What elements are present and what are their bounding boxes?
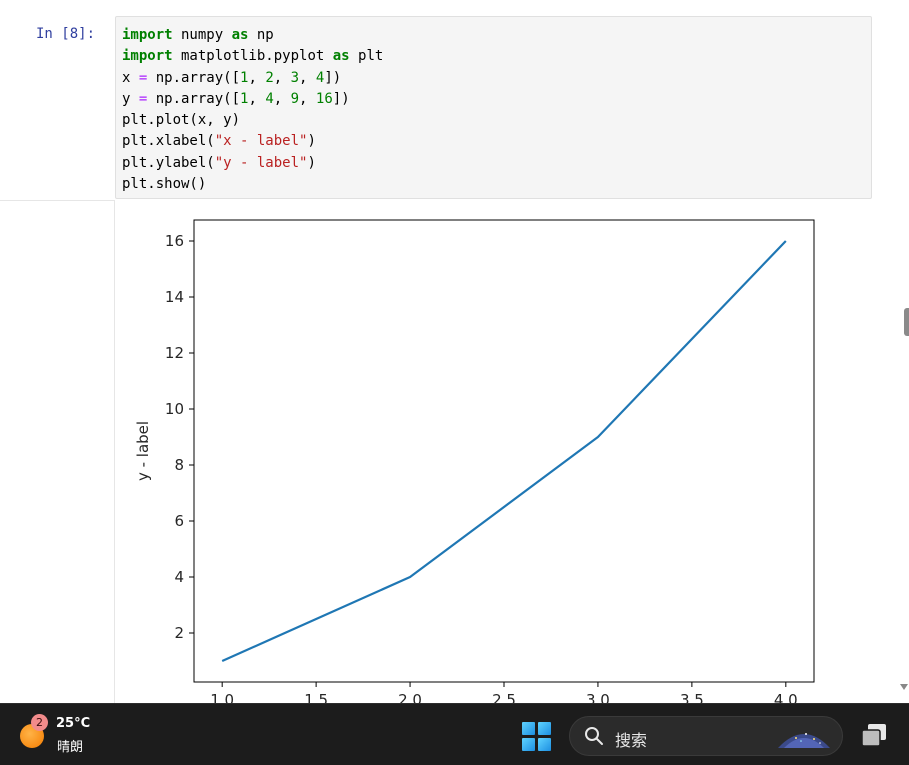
x-tick-label: 3.5	[680, 691, 704, 703]
taskbar: 2 25°C 晴朗 搜索	[0, 703, 909, 765]
plot-frame	[193, 219, 815, 683]
y-tick-label: 6	[174, 512, 184, 530]
y-tick-label: 16	[165, 232, 184, 250]
notification-badge: 2	[31, 714, 48, 731]
keyword-import: import	[122, 27, 173, 43]
code-line: plt.show()	[122, 176, 207, 193]
x-tick-label: 3.0	[586, 691, 610, 703]
x-tick-label: 1.0	[210, 691, 234, 703]
search-icon	[584, 726, 604, 746]
x-tick-label: 2.0	[398, 691, 422, 703]
code-line: x = np.array([1, 2, 3, 4])	[122, 69, 342, 86]
y-axis-label: y - label	[134, 421, 152, 481]
y-tick-label: 14	[165, 288, 184, 306]
x-tick-label: 4.0	[774, 691, 798, 703]
scroll-down-arrow-icon[interactable]	[900, 684, 908, 690]
y-tick-label: 4	[174, 568, 184, 586]
y-tick-label: 2	[174, 624, 184, 642]
y-tick-label: 10	[165, 400, 184, 418]
cell-prompt: In [8]:	[36, 26, 96, 42]
weather-temperature: 25°C	[56, 716, 91, 731]
task-view-icon[interactable]	[858, 722, 890, 750]
code-line: import matplotlib.pyplot as plt	[122, 48, 384, 65]
search-placeholder: 搜索	[615, 731, 648, 750]
windows-start-icon[interactable]	[522, 722, 552, 752]
y-tick-label: 8	[174, 456, 184, 474]
series-line	[221, 240, 787, 663]
x-tick-label: 2.5	[492, 691, 516, 703]
y-tick-label: 12	[165, 344, 184, 362]
x-tick-label: 1.5	[304, 691, 328, 703]
code-cell[interactable]: import numpy as np import matplotlib.pyp…	[115, 16, 872, 199]
line-chart: 2 4 6 8 10 12 14 16 1.0 1.5 2.0 2.5 3.0 3.5 4.0 y - lab…	[134, 219, 815, 703]
taskbar-search-box[interactable]: 搜索	[569, 716, 843, 756]
output-prompt-area	[0, 200, 115, 703]
code-line: import numpy as np	[122, 27, 274, 43]
search-highlight-art-icon	[776, 726, 832, 748]
code-line: plt.xlabel("x - label")	[122, 133, 316, 150]
code-line: plt.ylabel("y - label")	[122, 154, 316, 171]
screen: In [8]: import numpy as np import matplo…	[0, 0, 909, 765]
weather-widget[interactable]: 2 25°C 晴朗	[18, 714, 118, 756]
code-line: plt.plot(x, y)	[122, 112, 241, 129]
scrollbar-thumb[interactable]	[904, 308, 909, 336]
weather-condition: 晴朗	[57, 740, 84, 755]
code-line: y = np.array([1, 4, 9, 16])	[122, 90, 350, 107]
notebook-area: In [8]: import numpy as np import matplo…	[0, 0, 909, 703]
